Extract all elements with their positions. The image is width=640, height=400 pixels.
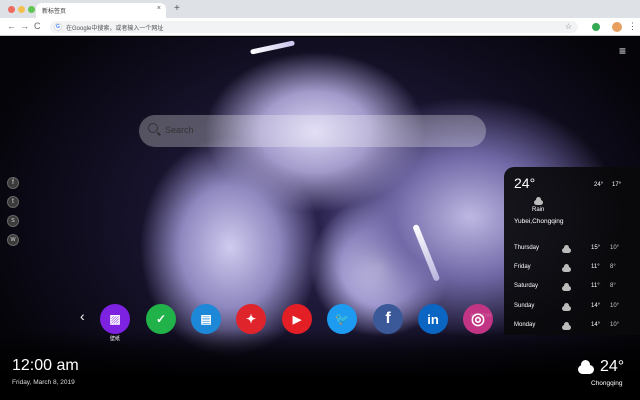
forecast-day: Monday [514, 322, 536, 328]
forecast-low: 10° [610, 245, 620, 251]
browser-menu-icon[interactable]: ⋮ [628, 20, 637, 32]
search-placeholder: Search [165, 125, 194, 135]
rain-cloud-icon [562, 245, 571, 253]
unicorn-horn-decoration [249, 40, 296, 55]
address-bar[interactable]: G 在Google中搜索，或者输入一个网址 ☆ [50, 21, 578, 33]
tab-close-icon[interactable]: × [157, 5, 161, 12]
rain-cloud-icon [562, 283, 571, 291]
app-gallery-button[interactable]: ▨ [100, 304, 130, 334]
address-bar-placeholder: 在Google中搜索，或者输入一个网址 [66, 26, 164, 32]
wechat-icon[interactable]: w [7, 234, 19, 246]
maximize-window-button[interactable] [28, 6, 35, 13]
notes-icon: ▤ [200, 312, 212, 326]
tab-title: 新标签页 [42, 9, 67, 15]
close-window-button[interactable] [8, 6, 15, 13]
forecast-day: Thursday [514, 245, 540, 251]
rain-cloud-icon [562, 303, 571, 311]
profile-avatar[interactable] [612, 22, 622, 32]
weather-panel: 24° 24° 17° Rain Yubei,Chongqing Thursda… [504, 167, 640, 335]
forecast-row: Thursday 15° 10° [504, 243, 640, 255]
bookmark-star-icon[interactable]: ☆ [565, 21, 572, 33]
forecast-low: 8° [610, 283, 616, 289]
facebook-icon[interactable]: f [7, 177, 19, 189]
bottom-weather-location: Chongqing [591, 380, 623, 387]
bottom-weather-temp[interactable]: 24° [600, 358, 624, 376]
back-button[interactable]: ← [7, 20, 16, 32]
search-icon [148, 123, 158, 133]
minimize-window-button[interactable] [18, 6, 25, 13]
forecast-low: 8° [610, 264, 616, 270]
unicorn-horn-decoration [412, 223, 441, 282]
weather-condition: Rain [532, 207, 545, 213]
app-calendar-button[interactable]: ✓ [146, 304, 176, 334]
weather-cloud-icon [578, 360, 594, 374]
weather-location: Yubei,Chongqing [514, 218, 564, 225]
google-icon: G [54, 23, 62, 31]
forecast-high: 14° [591, 322, 601, 328]
forecast-low: 10° [610, 322, 620, 328]
reload-button[interactable]: C [34, 20, 41, 32]
search-input[interactable]: Search [139, 115, 486, 147]
forecast-row: Sunday 14° 10° [504, 301, 640, 313]
weather-low: 17° [612, 182, 622, 188]
amazon-ghost-label: amazon [470, 313, 492, 319]
app-youtube-button[interactable]: ▶ [282, 304, 312, 334]
app-facebook-button[interactable]: f [373, 304, 403, 334]
background-grass [0, 330, 640, 400]
tab-new-tab[interactable]: 新标签页 × [36, 3, 166, 18]
forecast-day: Friday [514, 264, 531, 270]
forecast-row: Saturday 11° 8° [504, 281, 640, 293]
gallery-icon: ▨ [109, 312, 121, 326]
app-game-button[interactable]: ✦ [236, 304, 266, 334]
instagram-icon: ◎ [471, 311, 485, 328]
rain-cloud-icon [562, 264, 571, 272]
hamburger-menu-icon[interactable]: ≡ [619, 45, 626, 57]
rain-cloud-icon [562, 322, 571, 330]
forecast-day: Sunday [514, 303, 535, 309]
app-notes-button[interactable]: ▤ [191, 304, 221, 334]
clock-date: Friday, March 8, 2019 [12, 379, 75, 386]
browser-toolbar: ← → C G 在Google中搜索，或者输入一个网址 ☆ ⋮ [0, 18, 640, 36]
forecast-low: 10° [610, 303, 620, 309]
app-linkedin-button[interactable]: in [418, 304, 448, 334]
snapchat-icon[interactable]: s [7, 215, 19, 227]
new-tab-page: ≡ Search f t s w ‹ ▨ 壁纸 ✓ ▤ ✦ ▶ 🐦 f in ◎… [0, 37, 640, 400]
apps-prev-chevron-icon[interactable]: ‹ [80, 309, 85, 323]
clock-time: 12:00 am [12, 357, 79, 374]
app-twitter-button[interactable]: 🐦 [327, 304, 357, 334]
tab-bar: 新标签页 × + [0, 0, 640, 18]
forecast-high: 11° [591, 264, 600, 270]
twitter-bird-icon: 🐦 [334, 312, 350, 326]
forecast-day: Saturday [514, 283, 539, 289]
rain-cloud-icon [534, 197, 543, 205]
app-instagram-button[interactable]: ◎ [463, 304, 493, 334]
forecast-high: 11° [591, 283, 600, 289]
weather-current-temp: 24° [514, 175, 536, 191]
forward-button[interactable]: → [20, 20, 29, 32]
forecast-high: 14° [591, 303, 601, 309]
youtube-icon: ▶ [292, 313, 302, 326]
forecast-high: 15° [591, 245, 601, 251]
game-icon: ✦ [245, 312, 257, 326]
extension-icon[interactable] [592, 23, 600, 31]
facebook-f-icon: f [385, 310, 391, 327]
twitter-icon[interactable]: t [7, 196, 19, 208]
linkedin-icon: in [427, 311, 439, 327]
forecast-row: Friday 11° 8° [504, 262, 640, 274]
app-gallery-label: 壁纸 [109, 336, 120, 342]
weather-high: 24° [594, 182, 604, 188]
new-tab-button[interactable]: + [174, 3, 180, 15]
checkmark-icon: ✓ [155, 312, 167, 326]
forecast-row: Monday 14° 10° [504, 320, 640, 332]
